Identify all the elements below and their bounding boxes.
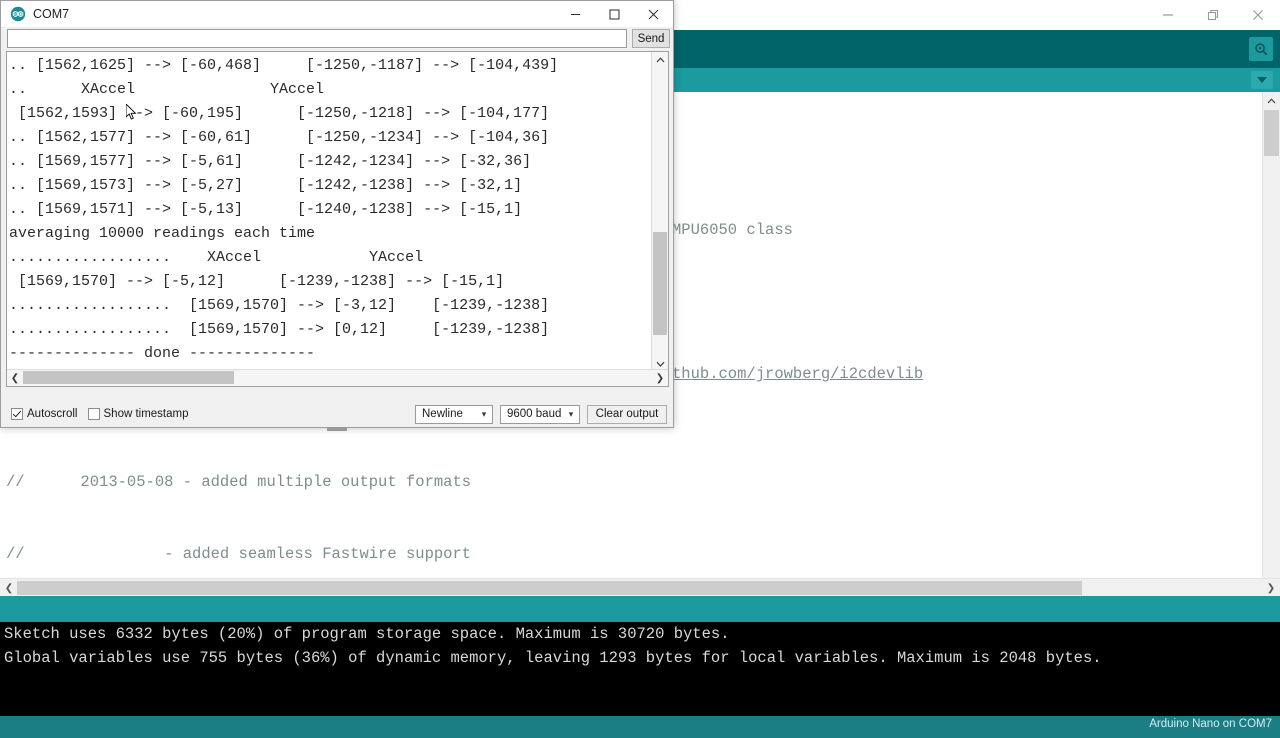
ide-minimize-icon[interactable] bbox=[1145, 0, 1190, 30]
serial-vscroll-thumb[interactable] bbox=[653, 232, 667, 335]
magnifier-icon bbox=[1254, 42, 1267, 55]
serial-settings-group: Newline ▾ 9600 baud ▾ Clear output bbox=[408, 404, 667, 424]
serial-monitor-window[interactable]: COM7 Send .. [1562,1625] --> [-60,468] [… bbox=[0, 0, 674, 431]
code-line: // - added seamless Fastwire support bbox=[6, 545, 472, 563]
editor-vertical-scrollbar[interactable] bbox=[1262, 92, 1280, 578]
line-ending-value: Newline bbox=[422, 408, 463, 420]
scroll-left-icon[interactable]: ❮ bbox=[3, 581, 15, 595]
ide-window-controls bbox=[1145, 0, 1280, 30]
editor-hscroll-thumb[interactable] bbox=[17, 581, 1082, 595]
ide-close-icon[interactable] bbox=[1235, 0, 1280, 30]
console-line: Global variables use 755 bytes (36%) of … bbox=[4, 649, 1102, 667]
serial-line: .. [1562,1625] --> [-60,468] [-1250,-118… bbox=[9, 57, 559, 74]
serial-close-icon[interactable] bbox=[634, 1, 673, 27]
serial-line: .................. [1569,1570] --> [-3,1… bbox=[9, 297, 550, 314]
serial-scroll-left-icon[interactable]: ❮ bbox=[7, 370, 23, 386]
serial-line: averaging 10000 readings each time bbox=[9, 225, 316, 242]
chevron-down-icon bbox=[1257, 77, 1267, 83]
serial-line: [1562,1593] --> [-60,195] [-1250,-1218] … bbox=[9, 105, 550, 122]
autoscroll-label: Autoscroll bbox=[27, 408, 78, 420]
serial-maximize-icon[interactable] bbox=[595, 1, 634, 27]
code-line-link[interactable]: thub.com/jrowberg/i2cdevlib bbox=[672, 362, 923, 386]
serial-hscroll-thumb[interactable] bbox=[23, 371, 234, 384]
serial-monitor-button[interactable] bbox=[1249, 37, 1273, 61]
show-timestamp-check-box[interactable] bbox=[87, 408, 100, 420]
arduino-logo-icon bbox=[10, 6, 26, 22]
resize-grip[interactable] bbox=[327, 427, 347, 431]
screen: MPU6050 class thub.com/jrowberg/i2cdevli… bbox=[0, 0, 1280, 738]
chevron-down-icon: ▾ bbox=[568, 408, 574, 419]
console-line: Sketch uses 6332 bytes (20%) of program … bbox=[4, 625, 730, 643]
serial-line: .. XAccel YAccel bbox=[9, 81, 325, 98]
serial-output-text[interactable]: .. [1562,1625] --> [-60,468] [-1250,-118… bbox=[7, 52, 652, 370]
board-status-label: Arduino Nano on COM7 bbox=[1149, 718, 1272, 730]
serial-scroll-right-icon[interactable]: ❯ bbox=[652, 370, 668, 386]
serial-send-input[interactable] bbox=[7, 29, 627, 48]
mouse-cursor bbox=[126, 104, 137, 120]
serial-monitor-window-controls bbox=[556, 1, 673, 27]
serial-line: .. [1569,1577] --> [-5,61] [-1242,-1234]… bbox=[9, 153, 532, 170]
editor-vscroll-thumb[interactable] bbox=[1264, 110, 1279, 156]
serial-line: [1569,1570] --> [-5,12] [-1239,-1238] --… bbox=[9, 273, 505, 290]
code-block-main: // 2013-05-08 - added multiple output fo… bbox=[6, 422, 546, 578]
clear-output-button[interactable]: Clear output bbox=[587, 404, 667, 424]
show-timestamp-checkbox[interactable]: Show timestamp bbox=[87, 408, 189, 420]
ide-restore-icon[interactable] bbox=[1190, 0, 1235, 30]
serial-vertical-scrollbar[interactable] bbox=[651, 52, 668, 372]
code-line: MPU6050 class bbox=[672, 221, 793, 239]
ide-status-bar: Arduino Nano on COM7 bbox=[0, 716, 1280, 738]
serial-scroll-up-icon[interactable] bbox=[652, 52, 668, 68]
serial-horizontal-scrollbar[interactable]: ❮ ❯ bbox=[7, 369, 668, 386]
ide-status-strip bbox=[0, 596, 1280, 622]
serial-line: .. [1569,1571] --> [-5,13] [-1240,-1238]… bbox=[9, 201, 523, 218]
scroll-right-icon[interactable]: ❯ bbox=[1265, 581, 1277, 595]
serial-monitor-titlebar[interactable]: COM7 bbox=[1, 1, 673, 27]
serial-minimize-icon[interactable] bbox=[556, 1, 595, 27]
send-button[interactable]: Send bbox=[632, 29, 670, 48]
serial-send-row: Send bbox=[1, 27, 673, 51]
code-fragment-right: MPU6050 class thub.com/jrowberg/i2cdevli… bbox=[672, 170, 923, 578]
serial-line: -------------- done -------------- bbox=[9, 345, 316, 362]
ide-console-output[interactable]: Sketch uses 6332 bytes (20%) of program … bbox=[0, 622, 1280, 716]
baud-rate-value: 9600 baud bbox=[507, 408, 562, 420]
code-line: // 2013-05-08 - added multiple output fo… bbox=[6, 473, 472, 491]
scroll-up-icon[interactable] bbox=[1263, 94, 1280, 108]
show-timestamp-label: Show timestamp bbox=[103, 408, 189, 420]
editor-horizontal-scrollbar[interactable]: ❮ ❯ bbox=[0, 578, 1280, 597]
serial-monitor-title: COM7 bbox=[33, 7, 70, 21]
chevron-down-icon: ▾ bbox=[481, 408, 487, 419]
serial-line: .................. [1569,1570] --> [0,12… bbox=[9, 321, 550, 338]
serial-monitor-bottom-bar: Autoscroll Show timestamp Newline ▾ 9600… bbox=[1, 401, 673, 427]
line-ending-select[interactable]: Newline ▾ bbox=[415, 404, 493, 424]
serial-output-panel[interactable]: .. [1562,1625] --> [-60,468] [-1250,-118… bbox=[6, 51, 669, 387]
autoscroll-check-box[interactable] bbox=[11, 408, 23, 420]
tab-dropdown-button[interactable] bbox=[1251, 71, 1273, 89]
serial-line: .. [1569,1573] --> [-5,27] [-1242,-1238]… bbox=[9, 177, 523, 194]
serial-line: .. [1562,1577] --> [-60,61] [-1250,-1234… bbox=[9, 129, 550, 146]
serial-line: .................. XAccel YAccel bbox=[9, 249, 424, 266]
autoscroll-checkbox[interactable]: Autoscroll bbox=[11, 408, 78, 420]
baud-rate-select[interactable]: 9600 baud ▾ bbox=[500, 404, 580, 424]
